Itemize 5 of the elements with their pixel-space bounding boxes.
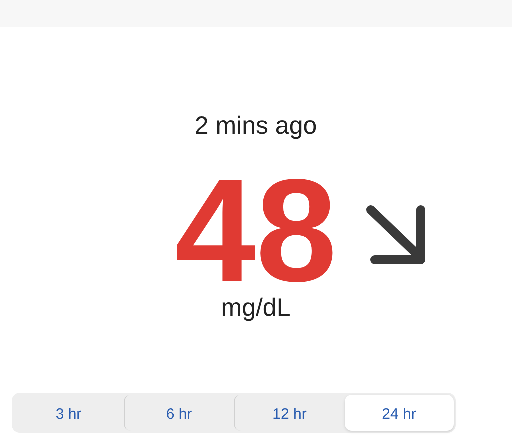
reading-age: 2 mins ago [194,111,318,141]
range-tab[interactable]: 6 hr [124,395,234,431]
unit-label: mg/dL [221,293,291,323]
range-tab[interactable]: 24 hr [344,395,454,431]
range-tab[interactable]: 3 hr [14,395,124,431]
